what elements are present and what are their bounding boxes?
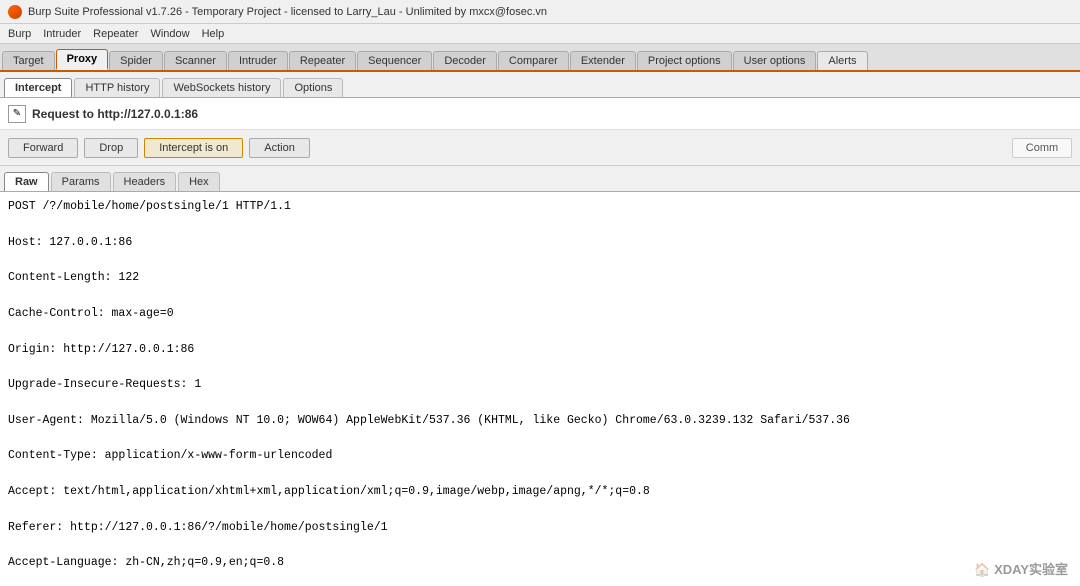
subtab-http-history[interactable]: HTTP history [74, 78, 160, 97]
content-tabs: Raw Params Headers Hex [0, 166, 1080, 192]
content-tab-params[interactable]: Params [51, 172, 111, 191]
sub-tabs: Intercept HTTP history WebSockets histor… [0, 72, 1080, 98]
tab-proxy[interactable]: Proxy [56, 49, 109, 70]
menu-repeater[interactable]: Repeater [93, 28, 138, 40]
menu-intruder[interactable]: Intruder [43, 28, 81, 40]
request-icon: ✎ [8, 105, 26, 123]
action-button[interactable]: Action [249, 138, 310, 158]
comm-button[interactable]: Comm [1012, 138, 1072, 158]
request-bar: ✎ Request to http://127.0.0.1:86 [0, 98, 1080, 130]
action-row: Forward Drop Intercept is on Action Comm [0, 130, 1080, 166]
http-content-area: POST /?/mobile/home/postsingle/1 HTTP/1.… [0, 192, 1080, 586]
tab-extender[interactable]: Extender [570, 51, 636, 70]
forward-button[interactable]: Forward [8, 138, 78, 158]
content-tab-headers[interactable]: Headers [113, 172, 177, 191]
subtab-options[interactable]: Options [283, 78, 343, 97]
burp-icon [8, 5, 22, 19]
tab-decoder[interactable]: Decoder [433, 51, 497, 70]
tab-scanner[interactable]: Scanner [164, 51, 227, 70]
tab-project-options[interactable]: Project options [637, 51, 732, 70]
title-bar-text: Burp Suite Professional v1.7.26 - Tempor… [28, 6, 547, 18]
tab-alerts[interactable]: Alerts [817, 51, 867, 70]
menu-bar: Burp Intruder Repeater Window Help [0, 24, 1080, 44]
subtab-intercept[interactable]: Intercept [4, 78, 72, 97]
tab-spider[interactable]: Spider [109, 51, 163, 70]
subtab-websockets-history[interactable]: WebSockets history [162, 78, 281, 97]
menu-help[interactable]: Help [202, 28, 225, 40]
intercept-button[interactable]: Intercept is on [144, 138, 243, 158]
tab-intruder[interactable]: Intruder [228, 51, 288, 70]
request-label: Request to http://127.0.0.1:86 [32, 107, 198, 121]
tab-target[interactable]: Target [2, 51, 55, 70]
title-bar: Burp Suite Professional v1.7.26 - Tempor… [0, 0, 1080, 24]
tab-repeater[interactable]: Repeater [289, 51, 356, 70]
tab-comparer[interactable]: Comparer [498, 51, 569, 70]
drop-button[interactable]: Drop [84, 138, 138, 158]
tab-user-options[interactable]: User options [733, 51, 817, 70]
content-tab-raw[interactable]: Raw [4, 172, 49, 191]
main-tabs: Target Proxy Spider Scanner Intruder Rep… [0, 44, 1080, 72]
menu-window[interactable]: Window [150, 28, 189, 40]
menu-burp[interactable]: Burp [8, 28, 31, 40]
tab-sequencer[interactable]: Sequencer [357, 51, 432, 70]
content-tab-hex[interactable]: Hex [178, 172, 220, 191]
